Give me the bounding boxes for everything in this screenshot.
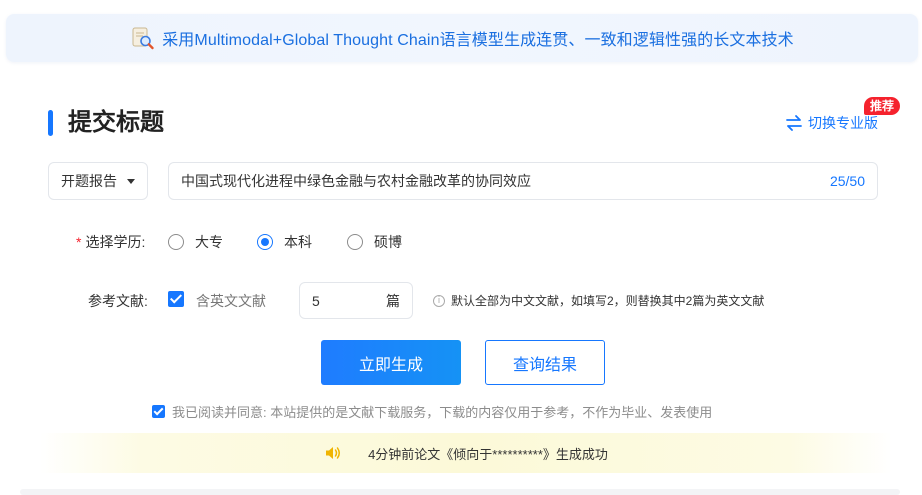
swap-arrows-icon: [786, 115, 802, 131]
agreement-text: 我已阅读并同意: 本站提供的是文献下载服务，下载的内容仅用于参考，不作为毕业、发…: [172, 405, 713, 420]
radio-dazhuan[interactable]: 大专: [168, 232, 223, 252]
document-search-icon: [130, 25, 156, 51]
reference-hint-text: 默认全部为中文文献，如填写2，则替换其中2篇为英文文献: [451, 294, 765, 308]
radio-circle-selected: [257, 234, 273, 250]
banner-text: 采用Multimodal+Global Thought Chain语言模型生成连…: [162, 32, 794, 49]
paper-type-select[interactable]: 开题报告: [48, 162, 148, 200]
education-label-text: 选择学历:: [85, 234, 146, 250]
title-input[interactable]: 中国式现代化进程中绿色金融与农村金融改革的协同效应 25/50: [168, 162, 878, 200]
reference-count-value: 5: [312, 292, 320, 309]
title-char-count: 25/50: [829, 173, 865, 189]
required-mark: *: [76, 234, 82, 250]
notice-bar: 4分钟前论文《倾向于**********》生成成功: [40, 433, 892, 473]
generate-button[interactable]: 立即生成: [321, 340, 461, 385]
recommend-badge: 推荐: [864, 97, 901, 115]
agreement-checkbox[interactable]: [152, 405, 165, 418]
top-banner: 采用Multimodal+Global Thought Chain语言模型生成连…: [6, 14, 918, 62]
info-icon: i: [433, 294, 445, 307]
switch-pro-link[interactable]: 切换专业版: [784, 113, 878, 133]
speaker-icon: [324, 445, 342, 461]
radio-label: 大专: [195, 234, 223, 250]
reference-count-input[interactable]: 5 篇: [299, 282, 413, 319]
title-input-value: 中国式现代化进程中绿色金融与农村金融改革的协同效应: [181, 173, 531, 189]
notice-text: 4分钟前论文《倾向于**********》生成成功: [368, 446, 608, 462]
agreement-row: 我已阅读并同意: 本站提供的是文献下载服务，下载的内容仅用于参考，不作为毕业、发…: [152, 402, 712, 421]
radio-benke[interactable]: 本科: [257, 232, 312, 252]
radio-shuobo[interactable]: 硕博: [347, 232, 402, 252]
reference-hint: i 默认全部为中文文献，如填写2，则替换其中2篇为英文文献: [433, 292, 764, 309]
caret-down-icon: [127, 178, 135, 184]
paper-type-value: 开题报告: [61, 173, 117, 189]
references-label: 参考文献:: [88, 293, 148, 309]
education-label: * 选择学历:: [76, 232, 145, 252]
query-result-button[interactable]: 查询结果: [485, 340, 605, 385]
title-accent-bar: [48, 110, 53, 136]
radio-circle: [168, 234, 184, 250]
include-english-label: 含英文文献: [196, 293, 266, 309]
bottom-divider: [20, 489, 900, 495]
page-title: 提交标题: [68, 109, 164, 136]
radio-label: 硕博: [374, 234, 402, 250]
radio-circle: [347, 234, 363, 250]
include-english-checkbox[interactable]: [168, 291, 184, 307]
reference-count-unit: 篇: [386, 292, 400, 309]
switch-pro-label: 切换专业版: [808, 115, 878, 131]
radio-label: 本科: [284, 234, 312, 250]
